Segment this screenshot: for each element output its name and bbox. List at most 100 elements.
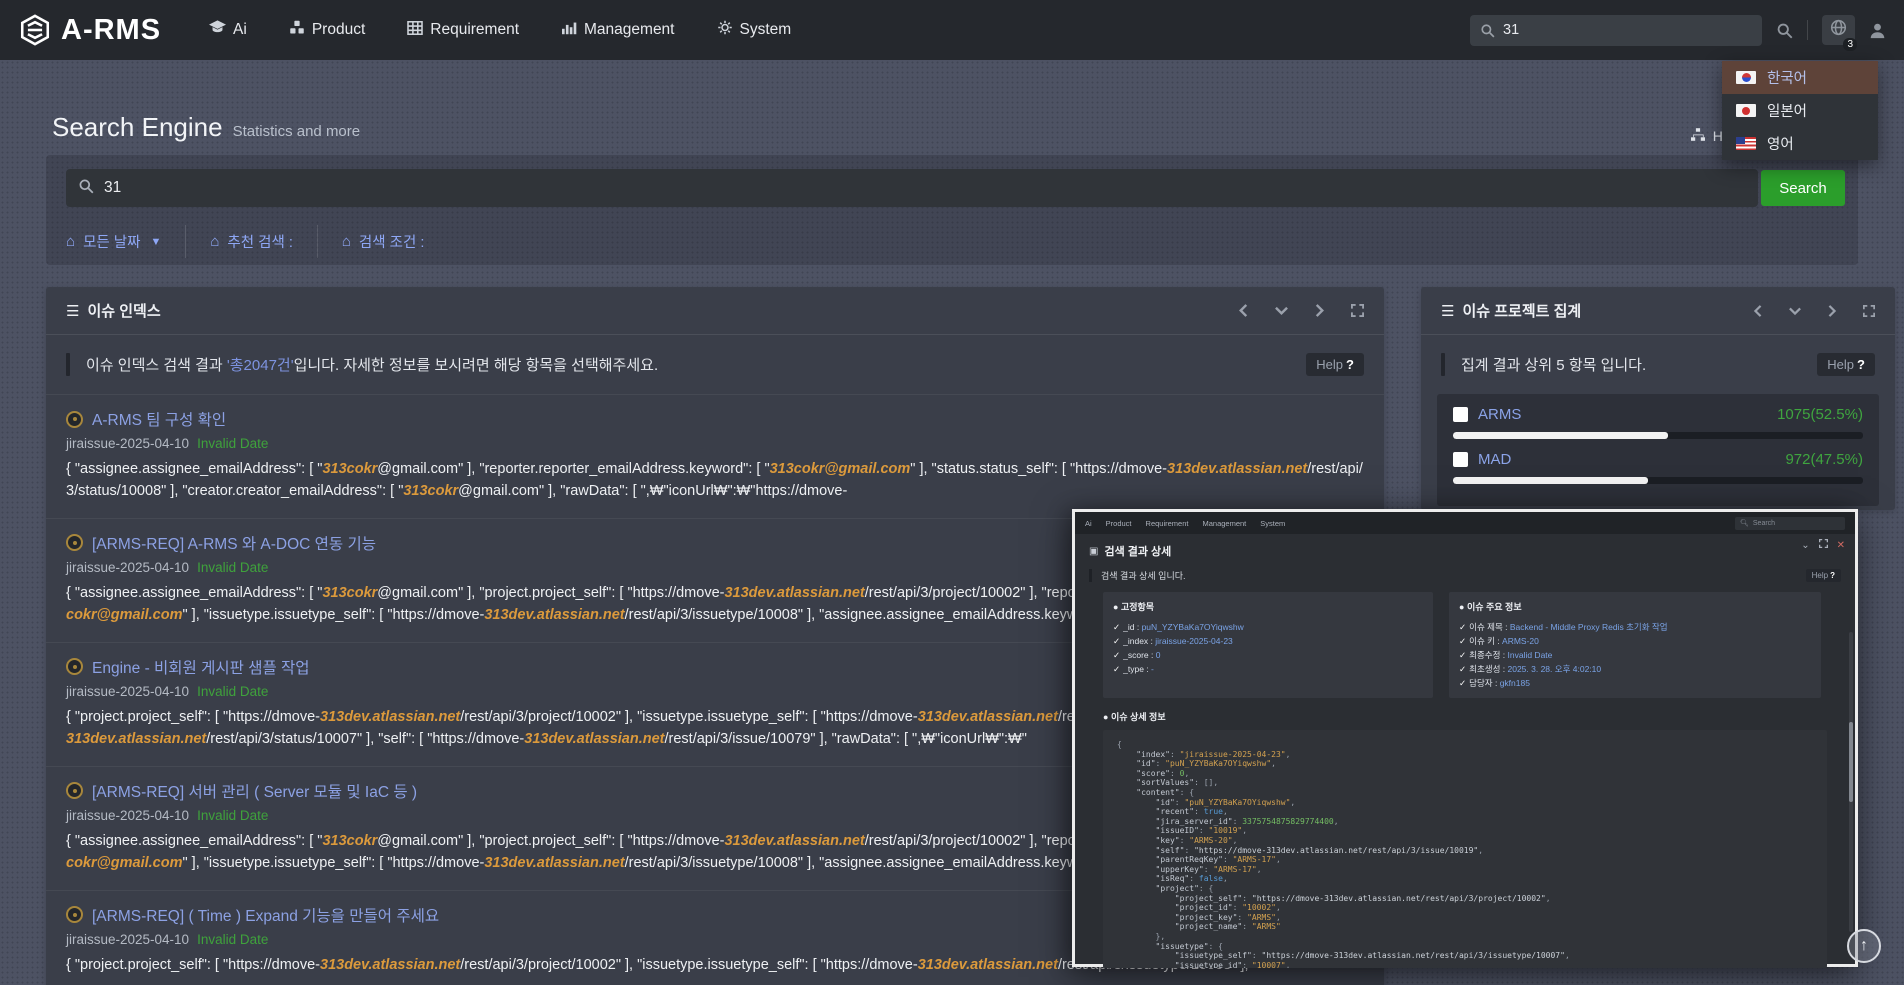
chevron-left-icon[interactable]	[1753, 305, 1763, 317]
checkbox[interactable]	[1453, 452, 1468, 467]
modal-mini-navbar: Ai Product Requirement Management System…	[1075, 512, 1855, 534]
menu-item-ai[interactable]: Ai	[209, 20, 247, 40]
menu-item-product[interactable]: Product	[289, 20, 365, 40]
progress-fill	[1453, 477, 1648, 484]
mini-nav-item: Management	[1202, 519, 1246, 528]
search-panel: Search ⌂ 모든 날짜 ▼ ⌂ 추천 검색 : ⌂ 검색 조건 :	[46, 155, 1858, 265]
home-icon: ⌂	[66, 233, 75, 250]
message-text: 집계 결과 상위 5 항목 입니다.	[1461, 354, 1646, 375]
fixed-fields-panel: ● 고정항목 ✓_id : puN_YZYBaKa7OYiqwshw ✓_ind…	[1103, 592, 1433, 698]
main-search-box[interactable]	[66, 169, 1758, 207]
menu-label: Product	[312, 21, 365, 39]
globe-icon	[1830, 23, 1847, 40]
filter-suggested-search[interactable]: ⌂ 추천 검색 :	[210, 225, 318, 258]
lang-item-japanese[interactable]: 일본어	[1722, 94, 1878, 127]
bar-chart-icon	[561, 21, 577, 40]
project-label[interactable]: ARMS	[1478, 406, 1521, 423]
field-row: ✓최초생성 : 2025. 3. 28. 오후 4:02:10	[1459, 662, 1811, 676]
close-icon[interactable]: ✕	[1837, 540, 1845, 551]
question-mark-icon: ?	[1830, 571, 1835, 580]
navbar-divider	[1807, 20, 1808, 40]
project-count: 972(47.5%)	[1785, 451, 1863, 468]
search-icon[interactable]	[1776, 22, 1793, 39]
page-subtitle: Statistics and more	[233, 123, 361, 140]
lang-item-english[interactable]: 영어	[1722, 127, 1878, 160]
help-badge[interactable]: Help?	[1306, 353, 1364, 376]
expand-icon[interactable]	[1819, 539, 1828, 551]
modal-scrollbar[interactable]	[1849, 632, 1853, 932]
mini-nav-item: System	[1260, 519, 1285, 528]
result-title[interactable]: [ARMS-REQ] A-RMS 와 A-DOC 연동 기능	[92, 532, 376, 554]
project-label[interactable]: MAD	[1478, 451, 1511, 468]
navbar-right: 3	[1470, 15, 1886, 46]
chevron-left-icon[interactable]	[1238, 304, 1249, 317]
date-status: Invalid Date	[197, 684, 268, 699]
progress-track	[1453, 432, 1863, 439]
checkbox[interactable]	[1453, 407, 1468, 422]
aggregation-row-arms: ARMS 1075(52.5%)	[1453, 406, 1863, 423]
message-accent-bar	[66, 353, 70, 376]
navbar-search-input[interactable]	[1503, 22, 1752, 38]
filter-row: ⌂ 모든 날짜 ▼ ⌂ 추천 검색 : ⌂ 검색 조건 :	[66, 225, 472, 258]
modal-info-panels: ● 고정항목 ✓_id : puN_YZYBaKa7OYiqwshw ✓_ind…	[1103, 592, 1827, 698]
result-item: A-RMS 팀 구성 확인 jiraissue-2025-04-10Invali…	[46, 394, 1384, 518]
message-text: 검색 결과 상세 입니다.	[1101, 569, 1186, 582]
result-count: '총2047건'	[227, 357, 294, 374]
search-result-detail-modal: Ai Product Requirement Management System…	[1072, 509, 1858, 967]
issue-key-info-panel: ● 이슈 주요 정보 ✓이슈 제목 : Backend - Middle Pro…	[1449, 592, 1821, 698]
issue-type-icon	[66, 534, 83, 551]
help-badge[interactable]: Help?	[1817, 353, 1875, 376]
date-status: Invalid Date	[197, 436, 268, 451]
filter-all-dates[interactable]: ⌂ 모든 날짜 ▼	[66, 225, 186, 258]
language-globe-button[interactable]: 3	[1822, 15, 1855, 45]
main-search-input[interactable]	[104, 179, 1746, 197]
user-icon[interactable]	[1869, 22, 1886, 39]
list-icon: ☰	[66, 303, 79, 320]
mini-search-box: 🔍︎Search	[1735, 517, 1845, 530]
filter-label: 모든 날짜	[83, 231, 140, 252]
result-title[interactable]: Engine - 비회원 게시판 샘플 작업	[92, 656, 310, 678]
menu-item-management[interactable]: Management	[561, 21, 674, 40]
lang-label: 한국어	[1767, 67, 1807, 88]
navbar-search[interactable]	[1470, 15, 1762, 46]
search-icon	[1480, 23, 1495, 38]
filter-label: 추천 검색 :	[227, 231, 292, 252]
menu-label: Requirement	[430, 21, 519, 39]
date-status: Invalid Date	[197, 932, 268, 947]
result-title-row[interactable]: A-RMS 팀 구성 확인	[66, 408, 1364, 430]
chevron-right-icon[interactable]	[1314, 304, 1325, 317]
app-logo[interactable]: A-RMS	[18, 13, 161, 47]
panel-controls	[1753, 305, 1875, 317]
language-dropdown: 한국어 일본어 영어	[1722, 61, 1878, 160]
result-title[interactable]: [ARMS-REQ] 서버 관리 ( Server 모듈 및 IaC 등 )	[92, 780, 417, 802]
menu-label: Ai	[233, 21, 247, 39]
issue-type-icon	[66, 782, 83, 799]
home-icon: ⌂	[342, 233, 351, 250]
expand-icon[interactable]	[1863, 305, 1875, 317]
filter-search-condition[interactable]: ⌂ 검색 조건 :	[342, 225, 449, 258]
result-title[interactable]: [ARMS-REQ] ( Time ) Expand 기능을 만들어 주세요	[92, 904, 439, 926]
aggregation-header: ☰이슈 프로젝트 집계	[1421, 287, 1895, 335]
field-row: ✓이슈 키 : ARMS-20	[1459, 634, 1811, 648]
panel-controls	[1238, 304, 1364, 317]
chevron-right-icon[interactable]	[1827, 305, 1837, 317]
collapse-icon[interactable]: ⌄	[1801, 540, 1809, 551]
chevron-down-icon[interactable]	[1789, 306, 1801, 316]
message-accent-bar	[1441, 353, 1445, 376]
menu-item-requirement[interactable]: Requirement	[407, 21, 519, 40]
issue-detail-json[interactable]: { "index": "jiraissue-2025-04-23", "id":…	[1103, 730, 1827, 968]
scrollbar-thumb[interactable]	[1849, 722, 1853, 802]
lang-item-korean[interactable]: 한국어	[1722, 61, 1878, 94]
help-badge[interactable]: Help?	[1806, 569, 1841, 582]
expand-icon[interactable]	[1351, 304, 1364, 317]
top-navbar: A-RMS Ai Product Requirement	[0, 0, 1904, 60]
result-json-snippet: { "assignee.assignee_emailAddress": [ "3…	[66, 458, 1364, 503]
scroll-to-top-button[interactable]: ↑	[1847, 929, 1881, 963]
page-head: Search Engine Statistics and more	[52, 112, 360, 143]
menu-item-system[interactable]: System	[717, 20, 792, 40]
search-button[interactable]: Search	[1761, 170, 1845, 206]
chevron-down-icon[interactable]	[1275, 305, 1288, 316]
progress-fill	[1453, 432, 1668, 439]
arrow-up-icon: ↑	[1860, 937, 1868, 955]
result-title[interactable]: A-RMS 팀 구성 확인	[92, 408, 226, 430]
